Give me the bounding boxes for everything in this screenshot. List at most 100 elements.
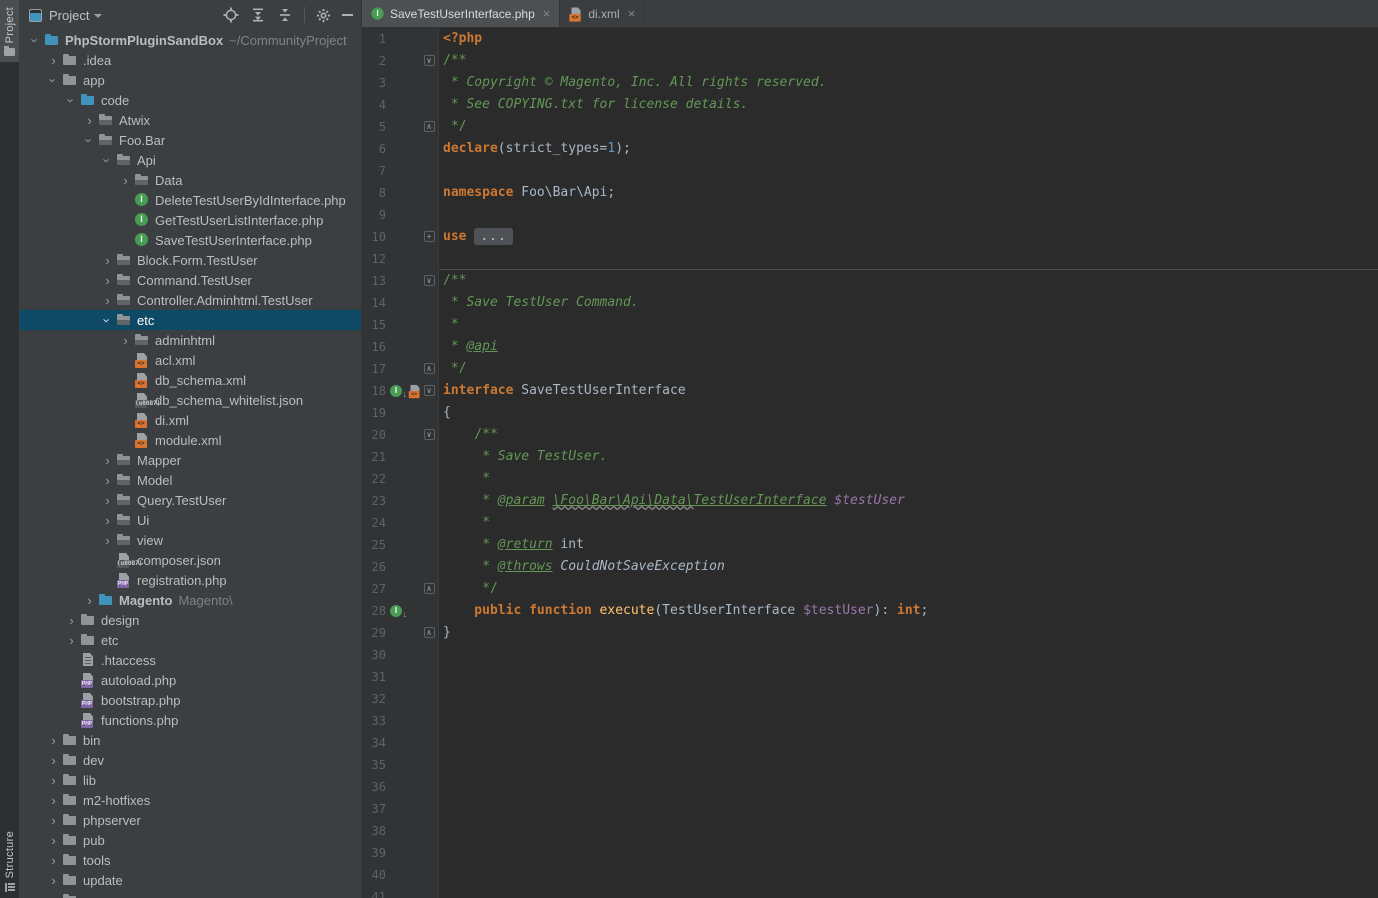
chevron-down-icon[interactable] [99, 314, 116, 327]
tree-row-data[interactable]: Data [19, 170, 361, 190]
chevron-right-icon[interactable] [117, 334, 134, 347]
tree-row-phpstormpluginsandbox[interactable]: PhpStormPluginSandBox~/CommunityProject [19, 30, 361, 50]
tree-row-tools[interactable]: tools [19, 850, 361, 870]
tree-row-block-form-testuser[interactable]: Block.Form.TestUser [19, 250, 361, 270]
tree-row-lib[interactable]: lib [19, 770, 361, 790]
chevron-right-icon[interactable] [45, 774, 62, 787]
tree-row-update[interactable]: update [19, 870, 361, 890]
chevron-right-icon[interactable] [99, 254, 116, 267]
tree-row-composer-json[interactable]: composer.json [19, 550, 361, 570]
fold-marker-icon[interactable]: ∨ [424, 429, 435, 440]
locate-icon[interactable] [223, 7, 239, 23]
fold-marker-icon[interactable]: ∨ [424, 275, 435, 286]
tree-row-var[interactable]: var [19, 890, 361, 898]
tree-row-bootstrap-php[interactable]: bootstrap.php [19, 690, 361, 710]
chevron-right-icon[interactable] [45, 834, 62, 847]
tree-row-adminhtml[interactable]: adminhtml [19, 330, 361, 350]
fold-marker-icon[interactable]: ∧ [424, 627, 435, 638]
implementations-gutter-icon[interactable]: I [390, 385, 402, 397]
tree-row-app[interactable]: app [19, 70, 361, 90]
tree-row-dev[interactable]: dev [19, 750, 361, 770]
tree-row-magento[interactable]: MagentoMagento\ [19, 590, 361, 610]
editor-tab-savetestuserinterface-php[interactable]: SaveTestUserInterface.php× [362, 0, 560, 27]
tree-row-design[interactable]: design [19, 610, 361, 630]
code-editor[interactable]: 1<?php2∨/**3 * Copyright © Magento, Inc.… [362, 28, 1378, 898]
tool-window-button-structure[interactable]: Structure [0, 824, 19, 898]
chevron-right-icon[interactable] [99, 514, 116, 527]
chevron-right-icon[interactable] [63, 634, 80, 647]
tree-row-functions-php[interactable]: functions.php [19, 710, 361, 730]
tree-row-phpserver[interactable]: phpserver [19, 810, 361, 830]
hide-panel-icon[interactable] [342, 14, 353, 16]
tree-row-command-testuser[interactable]: Command.TestUser [19, 270, 361, 290]
close-tab-icon[interactable]: × [543, 7, 551, 20]
chevron-right-icon[interactable] [45, 734, 62, 747]
tree-row-code[interactable]: code [19, 90, 361, 110]
tree-row-gettestuserlistinterface-php[interactable]: GetTestUserListInterface.php [19, 210, 361, 230]
chevron-right-icon[interactable] [45, 754, 62, 767]
chevron-right-icon[interactable] [99, 494, 116, 507]
tree-row-query-testuser[interactable]: Query.TestUser [19, 490, 361, 510]
project-view-dropdown[interactable]: Project [49, 8, 89, 23]
tree-row-atwix[interactable]: Atwix [19, 110, 361, 130]
chevron-right-icon[interactable] [99, 294, 116, 307]
tool-window-button-project[interactable]: Project [0, 0, 19, 62]
close-tab-icon[interactable]: × [628, 7, 636, 20]
chevron-right-icon[interactable] [81, 114, 98, 127]
chevron-right-icon[interactable] [63, 614, 80, 627]
fold-marker-icon[interactable]: + [424, 231, 435, 242]
tree-row-db-schema-whitelist-json[interactable]: db_schema_whitelist.json [19, 390, 361, 410]
chevron-down-icon[interactable] [45, 74, 62, 87]
chevron-right-icon[interactable] [45, 54, 62, 67]
tree-row-ui[interactable]: Ui [19, 510, 361, 530]
tree-row-pub[interactable]: pub [19, 830, 361, 850]
chevron-right-icon[interactable] [99, 534, 116, 547]
chevron-right-icon[interactable] [99, 454, 116, 467]
chevron-right-icon[interactable] [99, 274, 116, 287]
fold-marker-icon[interactable]: ∧ [424, 363, 435, 374]
tree-row-mapper[interactable]: Mapper [19, 450, 361, 470]
tree-row-module-xml[interactable]: module.xml [19, 430, 361, 450]
chevron-right-icon[interactable] [81, 594, 98, 607]
tree-row-foo-bar[interactable]: Foo.Bar [19, 130, 361, 150]
chevron-right-icon[interactable] [99, 474, 116, 487]
tree-row-registration-php[interactable]: registration.php [19, 570, 361, 590]
chevron-down-icon[interactable] [81, 134, 98, 147]
tree-row-db-schema-xml[interactable]: db_schema.xml [19, 370, 361, 390]
tree-row-di-xml[interactable]: di.xml [19, 410, 361, 430]
chevron-right-icon[interactable] [45, 814, 62, 827]
tree-row-deletetestuserbyidinterface-php[interactable]: DeleteTestUserByIdInterface.php [19, 190, 361, 210]
tree-row-bin[interactable]: bin [19, 730, 361, 750]
chevron-right-icon[interactable] [45, 894, 62, 898]
chevron-down-icon[interactable] [99, 154, 116, 167]
chevron-down-icon[interactable] [94, 14, 102, 18]
settings-gear-icon[interactable] [316, 8, 331, 23]
implementations-gutter-icon[interactable]: I [390, 605, 402, 617]
tree-row-model[interactable]: Model [19, 470, 361, 490]
tree-row-etc[interactable]: etc [19, 630, 361, 650]
tree-row-m2-hotfixes[interactable]: m2-hotfixes [19, 790, 361, 810]
fold-marker-icon[interactable]: ∨ [424, 55, 435, 66]
chevron-right-icon[interactable] [117, 174, 134, 187]
folded-imports-pill[interactable]: ... [474, 228, 512, 245]
chevron-right-icon[interactable] [45, 854, 62, 867]
tree-row-etc[interactable]: etc [19, 310, 361, 330]
fold-marker-icon[interactable]: ∧ [424, 121, 435, 132]
tree-row-api[interactable]: Api [19, 150, 361, 170]
fold-marker-icon[interactable]: ∨ [424, 385, 435, 396]
chevron-down-icon[interactable] [63, 94, 80, 107]
tree-row-view[interactable]: view [19, 530, 361, 550]
editor-tab-di-xml[interactable]: di.xml× [560, 0, 645, 27]
fold-marker-icon[interactable]: ∧ [424, 583, 435, 594]
tree-row-autoload-php[interactable]: autoload.php [19, 670, 361, 690]
chevron-down-icon[interactable] [27, 34, 44, 47]
expand-all-icon[interactable] [250, 7, 266, 23]
tree-row-controller-adminhtml-testuser[interactable]: Controller.Adminhtml.TestUser [19, 290, 361, 310]
xml-config-gutter-icon[interactable] [408, 384, 422, 398]
tree-row-htaccess[interactable]: .htaccess [19, 650, 361, 670]
tree-row-acl-xml[interactable]: acl.xml [19, 350, 361, 370]
chevron-right-icon[interactable] [45, 794, 62, 807]
collapse-all-icon[interactable] [277, 7, 293, 23]
chevron-right-icon[interactable] [45, 874, 62, 887]
tree-row-savetestuserinterface-php[interactable]: SaveTestUserInterface.php [19, 230, 361, 250]
